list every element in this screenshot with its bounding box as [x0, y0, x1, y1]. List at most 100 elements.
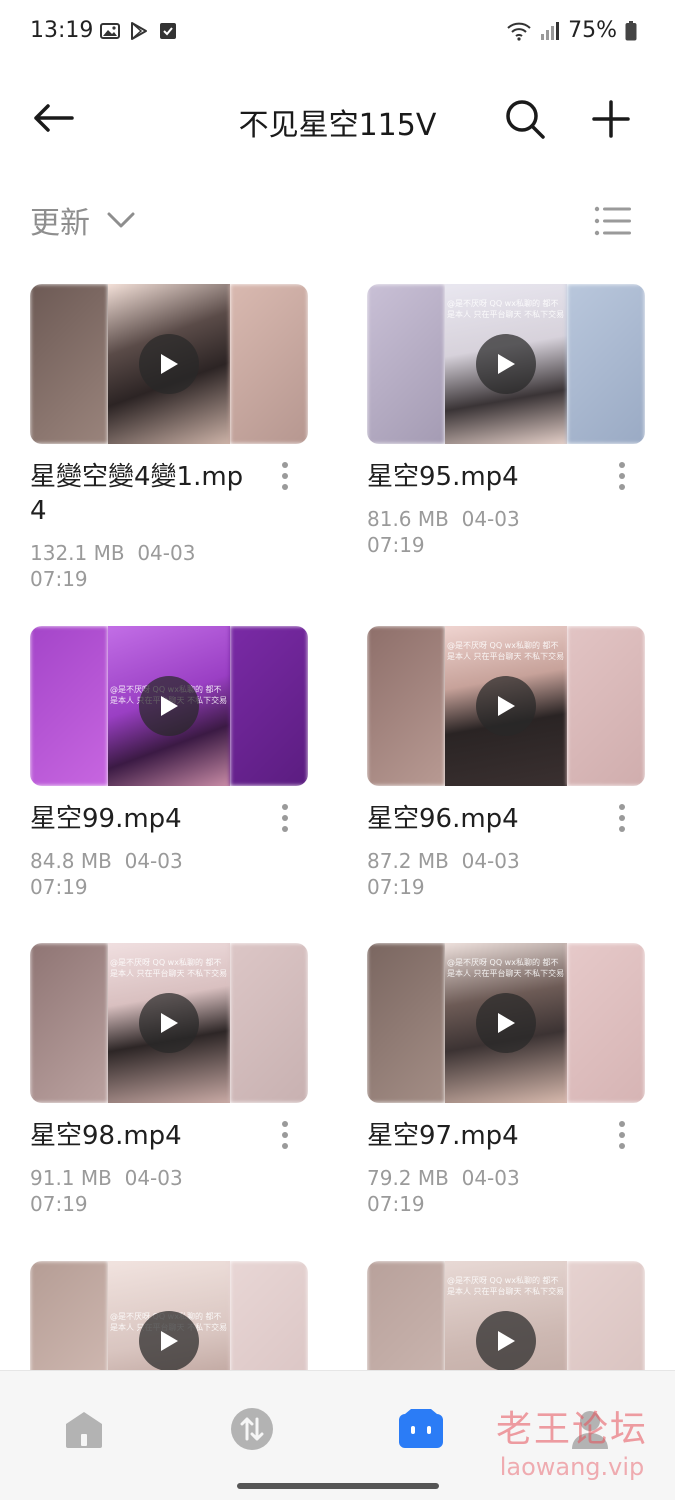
wifi-icon	[507, 22, 531, 41]
arrow-left-icon	[34, 104, 74, 132]
video-thumbnail[interactable]: @是不厌呀 QQ wx私聊的 都不是本人 只在平台聊天 不私下交易	[367, 626, 645, 786]
gallery-icon	[100, 23, 120, 39]
file-card[interactable]: @是不厌呀 QQ wx私聊的 都不是本人 只在平台聊天 不私下交易 星空96.m…	[367, 626, 645, 900]
file-size: 91.1 MB	[30, 1166, 112, 1190]
video-thumbnail[interactable]: @是不厌呀 QQ wx私聊的 都不是本人 只在平台聊天 不私下交易	[367, 284, 645, 444]
more-vertical-icon	[282, 462, 288, 490]
file-name: 星空97.mp4	[367, 1121, 519, 1151]
file-card[interactable]: @是不厌呀 QQ wx私聊的 都不是本人 只在平台聊天 不私下交易 星空97.m…	[367, 943, 645, 1217]
video-thumbnail[interactable]: @是不厌呀 QQ wx私聊的 都不是本人 只在平台聊天 不私下交易	[367, 943, 645, 1103]
file-meta: 91.1 MB 04-03 07:19	[30, 1165, 250, 1217]
more-options-button[interactable]	[270, 798, 300, 838]
play-button[interactable]	[139, 993, 199, 1053]
play-button[interactable]	[139, 1311, 199, 1371]
thumbnail-caption: @是不厌呀 QQ wx私聊的 都不是本人 只在平台聊天 不私下交易	[447, 299, 565, 319]
file-time: 07:19	[30, 875, 88, 899]
more-options-button[interactable]	[607, 456, 637, 496]
more-vertical-icon	[282, 804, 288, 832]
thumbnail-caption: @是不厌呀 QQ wx私聊的 都不是本人 只在平台聊天 不私下交易	[447, 641, 565, 661]
play-icon	[161, 696, 178, 716]
page-title: 不见星空115V	[238, 108, 437, 143]
sort-row: 更新	[0, 190, 675, 250]
file-time: 07:19	[367, 1192, 425, 1216]
more-vertical-icon	[619, 1121, 625, 1149]
list-view-button[interactable]	[590, 198, 636, 244]
file-name: 星空98.mp4	[30, 1121, 182, 1151]
play-store-icon	[131, 22, 147, 40]
sort-dropdown[interactable]: 更新	[30, 198, 136, 242]
file-time: 07:19	[30, 567, 88, 591]
nav-profile[interactable]	[560, 1401, 620, 1457]
file-date: 04-03	[124, 849, 183, 873]
more-options-button[interactable]	[607, 798, 637, 838]
file-size: 84.8 MB	[30, 849, 112, 873]
top-app-bar: 不见星空115V	[0, 80, 675, 160]
search-icon	[506, 100, 545, 139]
sort-label: 更新	[30, 206, 90, 241]
play-icon	[161, 1013, 178, 1033]
add-button[interactable]	[584, 94, 638, 144]
file-date: 04-03	[461, 1166, 520, 1190]
file-name: 星空95.mp4	[367, 462, 519, 492]
file-meta: 81.6 MB 04-03 07:19	[367, 506, 587, 558]
file-card[interactable]: @是不厌呀 QQ wx私聊的 都不是本人 只在平台聊天 不私下交易 星空98.m…	[30, 943, 308, 1217]
play-button[interactable]	[139, 334, 199, 394]
file-date: 04-03	[461, 849, 520, 873]
play-button[interactable]	[476, 1311, 536, 1371]
signal-icon	[541, 21, 560, 40]
file-name: 星空99.mp4	[30, 804, 182, 834]
file-card[interactable]: @是不厌呀 QQ wx私聊的 都不是本人 只在平台聊天 不私下交易 星空99.m…	[30, 626, 308, 900]
thumbnail-caption: @是不厌呀 QQ wx私聊的 都不是本人 只在平台聊天 不私下交易	[447, 1276, 565, 1296]
play-icon	[498, 696, 515, 716]
file-card[interactable]: @是不厌呀 QQ wx私聊的 都不是本人 只在平台聊天 不私下交易 星空95.m…	[367, 284, 645, 558]
plus-icon	[592, 100, 630, 138]
file-meta: 87.2 MB 04-03 07:19	[367, 848, 587, 900]
file-time: 07:19	[30, 1192, 88, 1216]
nav-files[interactable]	[391, 1401, 451, 1457]
file-date: 04-03	[461, 507, 520, 531]
file-size: 79.2 MB	[367, 1166, 449, 1190]
play-icon	[161, 354, 178, 374]
play-button[interactable]	[139, 676, 199, 736]
play-button[interactable]	[476, 334, 536, 394]
file-card[interactable]: 星變空變4變1.mp4 132.1 MB 04-03 07:19	[30, 284, 308, 592]
file-name: 星空96.mp4	[367, 804, 519, 834]
file-time: 07:19	[367, 875, 425, 899]
play-icon	[161, 1331, 178, 1351]
transfer-icon	[231, 1408, 273, 1450]
home-indicator[interactable]	[237, 1483, 439, 1489]
nav-transfer[interactable]	[222, 1401, 282, 1457]
more-vertical-icon	[282, 1121, 288, 1149]
back-button[interactable]	[28, 96, 78, 140]
file-date: 04-03	[124, 1166, 183, 1190]
bottom-navigation	[0, 1370, 675, 1500]
play-button[interactable]	[476, 676, 536, 736]
profile-icon	[572, 1411, 608, 1449]
video-thumbnail[interactable]	[30, 284, 308, 444]
chevron-down-icon	[107, 212, 135, 228]
files-icon	[399, 1409, 443, 1448]
file-size: 81.6 MB	[367, 507, 449, 531]
nav-home[interactable]	[54, 1401, 114, 1457]
status-right: 75%	[506, 18, 637, 43]
file-name: 星變空變4變1.mp4	[30, 462, 244, 526]
file-size: 87.2 MB	[367, 849, 449, 873]
more-options-button[interactable]	[270, 1115, 300, 1155]
more-options-button[interactable]	[607, 1115, 637, 1155]
thumbnail-caption: @是不厌呀 QQ wx私聊的 都不是本人 只在平台聊天 不私下交易	[110, 958, 228, 978]
file-date: 04-03	[137, 541, 196, 565]
play-icon	[498, 354, 515, 374]
file-meta: 132.1 MB 04-03 07:19	[30, 540, 250, 592]
list-icon	[594, 206, 631, 236]
file-meta: 79.2 MB 04-03 07:19	[367, 1165, 587, 1217]
battery-icon	[625, 20, 637, 40]
more-options-button[interactable]	[270, 456, 300, 496]
status-bar: 13:19 75%	[0, 0, 675, 64]
more-vertical-icon	[619, 804, 625, 832]
play-button[interactable]	[476, 993, 536, 1053]
video-thumbnail[interactable]: @是不厌呀 QQ wx私聊的 都不是本人 只在平台聊天 不私下交易	[30, 626, 308, 786]
home-icon	[66, 1412, 102, 1448]
video-thumbnail[interactable]: @是不厌呀 QQ wx私聊的 都不是本人 只在平台聊天 不私下交易	[30, 943, 308, 1103]
notification-icons	[100, 20, 178, 42]
search-button[interactable]	[498, 94, 552, 144]
